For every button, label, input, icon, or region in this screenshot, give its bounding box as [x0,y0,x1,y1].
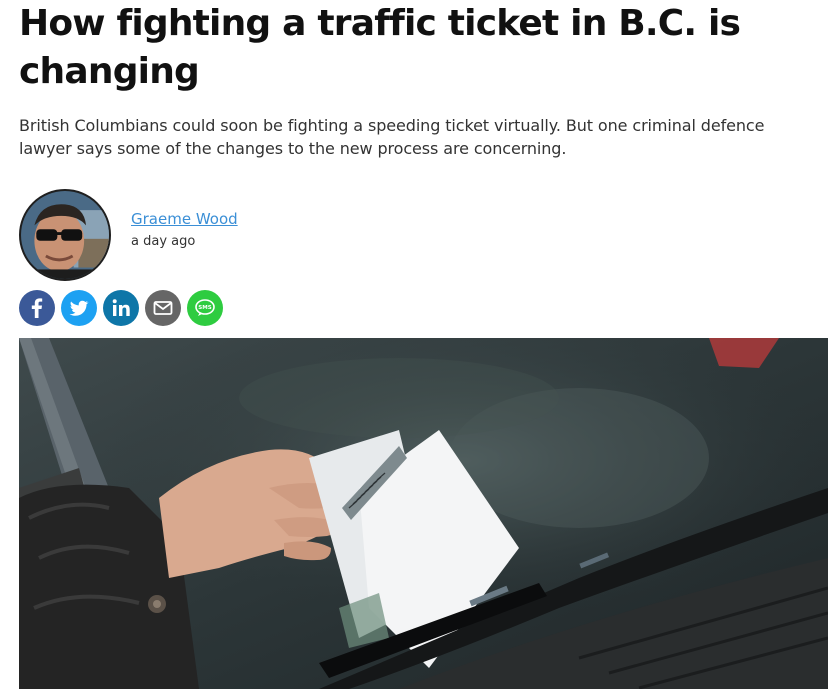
article-headline: How fighting a traffic ticket in B.C. is… [19,3,741,92]
hero-image [19,338,828,689]
author-block: Graeme Wood a day ago [19,189,419,281]
linkedin-share-button[interactable] [103,290,139,326]
publish-timestamp: a day ago [131,234,196,249]
article-subheadline: British Columbians could soon be fightin… [19,116,765,158]
facebook-icon [31,298,43,318]
parking-ticket-photo [19,338,828,689]
sms-icon: SMS [195,299,215,316]
facebook-share-button[interactable] [19,290,55,326]
twitter-icon [69,300,89,316]
author-avatar[interactable] [19,189,111,281]
email-icon [153,301,173,315]
email-share-button[interactable] [145,290,181,326]
author-name-link[interactable]: Graeme Wood [131,210,238,228]
sms-icon-label: SMS [198,305,211,311]
avatar-photo [21,191,109,279]
sms-share-button[interactable]: SMS [187,290,223,326]
linkedin-icon [112,299,130,316]
twitter-share-button[interactable] [61,290,97,326]
share-buttons: SMS [19,290,223,326]
